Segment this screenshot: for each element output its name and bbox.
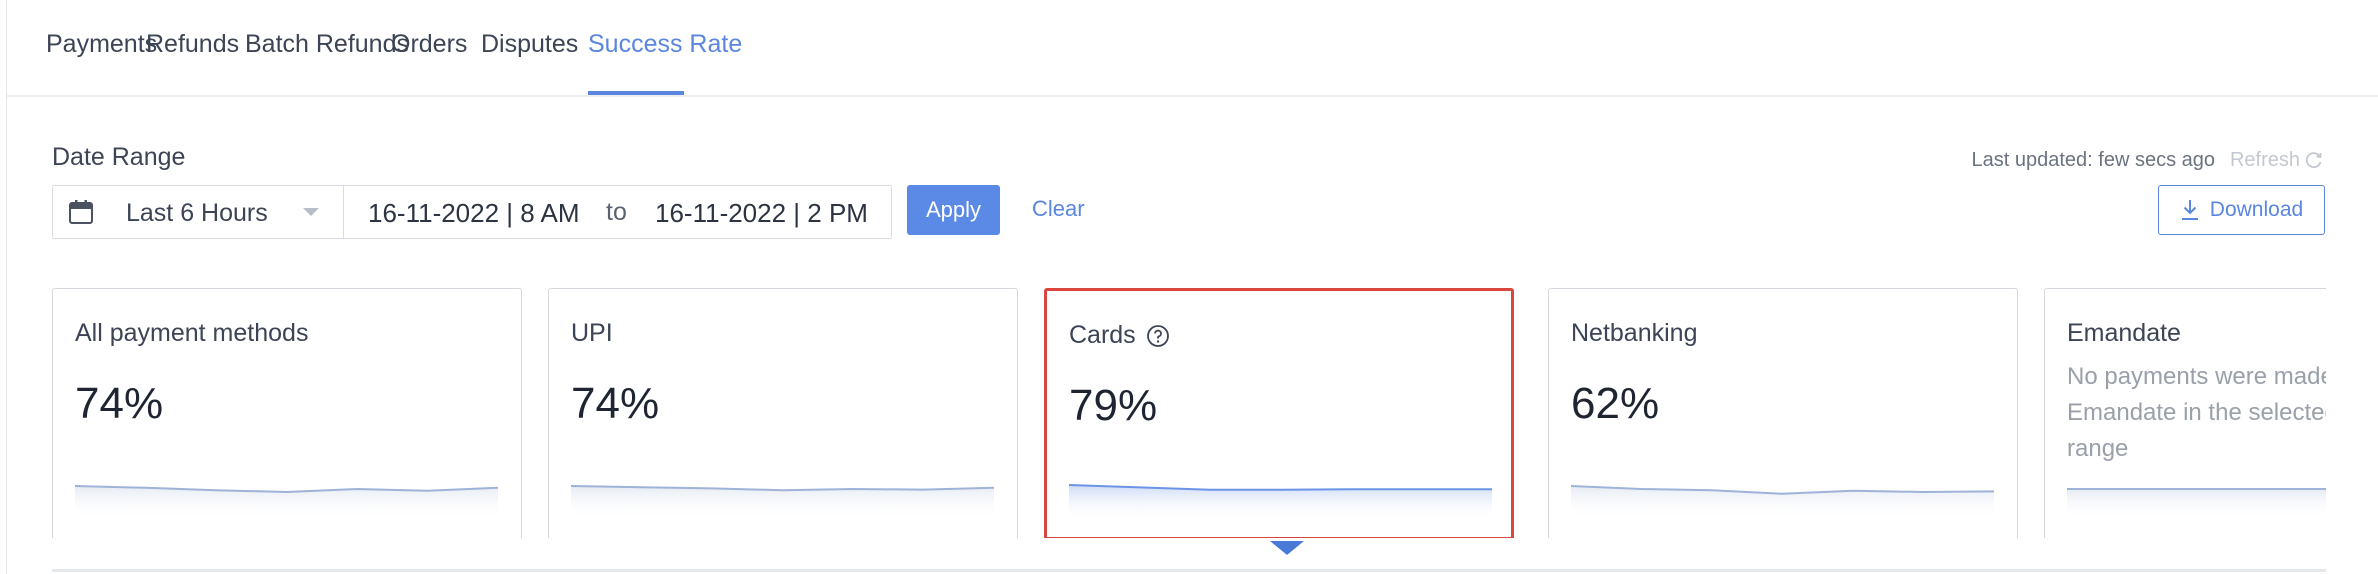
selected-card-pointer — [1270, 541, 1304, 555]
card-title-text: Netbanking — [1571, 319, 1698, 347]
card-netbanking[interactable]: Netbanking 62% — [1548, 288, 2018, 538]
tab-batch-refunds[interactable]: Batch Refunds — [245, 30, 409, 59]
start-date-field[interactable]: 16-11-2022 | 8 AM — [368, 198, 580, 229]
card-title-text: Emandate — [2067, 319, 2181, 347]
card-cards[interactable]: Cards 79% — [1044, 288, 1514, 538]
success-rate-value: 74% — [75, 379, 164, 428]
card-title-text: Cards — [1069, 321, 1136, 349]
to-label: to — [606, 198, 627, 226]
last-updated-text: Last updated: few secs ago — [1971, 149, 2216, 171]
sparkline — [1571, 485, 1994, 519]
tab-refunds[interactable]: Refunds — [146, 30, 239, 59]
card-title-text: UPI — [571, 319, 613, 347]
sparkline-area — [2067, 489, 2326, 519]
download-label: Download — [2209, 198, 2304, 221]
success-rate-value: 79% — [1069, 381, 1158, 430]
download-button[interactable]: Download — [2158, 185, 2325, 235]
clear-button[interactable]: Clear — [1032, 196, 1085, 222]
help-circle-icon[interactable] — [1146, 324, 1170, 348]
card-title: Netbanking — [1571, 319, 1697, 348]
card-title: All payment methods — [75, 319, 308, 348]
calendar-icon — [69, 200, 93, 224]
card-emandate[interactable]: Emandate No payments were made using Ema… — [2044, 288, 2326, 538]
date-range-picker[interactable]: Last 6 Hours 16-11-2022 | 8 AM to 16-11-… — [52, 185, 892, 239]
chevron-down-icon[interactable] — [303, 208, 319, 216]
tab-disputes[interactable]: Disputes — [481, 30, 578, 59]
card-upi[interactable]: UPI 74% — [548, 288, 1018, 538]
sparkline — [75, 485, 498, 519]
success-rate-value: 74% — [571, 379, 660, 428]
refresh-link[interactable]: Refresh — [2230, 149, 2300, 172]
active-tab-indicator — [588, 91, 684, 95]
payment-method-cards: All payment methods 74% UPI 74% Cards 79… — [52, 288, 2326, 538]
success-rate-value: 62% — [1571, 379, 1660, 428]
end-date-field[interactable]: 16-11-2022 | 2 PM — [655, 198, 868, 229]
success-rate-panel: Payments Refunds Batch Refunds Orders Di… — [6, 0, 2378, 574]
tab-orders[interactable]: Orders — [391, 30, 467, 59]
date-range-label: Date Range — [52, 143, 186, 171]
tab-bar: Payments Refunds Batch Refunds Orders Di… — [7, 0, 2378, 97]
card-title: Cards — [1069, 321, 1170, 350]
sparkline — [1069, 484, 1492, 521]
apply-button[interactable]: Apply — [907, 185, 1000, 235]
card-title: Emandate — [2067, 319, 2181, 348]
tab-success-rate[interactable]: Success Rate — [588, 30, 742, 59]
tab-payments[interactable]: Payments — [46, 30, 157, 59]
refresh-icon[interactable] — [2304, 150, 2324, 170]
divider — [343, 186, 344, 238]
download-icon — [2181, 200, 2198, 220]
section-divider — [52, 569, 2326, 572]
sparkline — [571, 485, 994, 519]
card-title: UPI — [571, 319, 613, 348]
preset-select-value[interactable]: Last 6 Hours — [126, 199, 268, 228]
card-all-payment-methods[interactable]: All payment methods 74% — [52, 288, 522, 538]
card-title-text: All payment methods — [75, 319, 309, 347]
sparkline — [2067, 488, 2326, 519]
